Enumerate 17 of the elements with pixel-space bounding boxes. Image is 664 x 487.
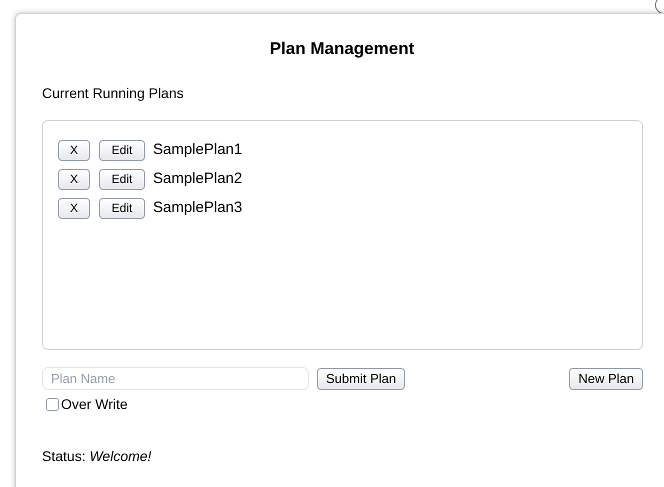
edit-button[interactable]: Edit: [99, 198, 145, 218]
status-text: Status: Welcome!: [42, 448, 152, 464]
submit-plan-button[interactable]: Submit Plan: [317, 368, 406, 390]
overwrite-checkbox[interactable]: [46, 398, 59, 411]
delete-button[interactable]: X: [58, 140, 90, 160]
plan-name: SamplePlan1: [153, 140, 242, 160]
dialog-title: Plan Management: [270, 39, 414, 58]
edit-button[interactable]: Edit: [99, 140, 145, 160]
overwrite-label: Over Write: [61, 395, 128, 414]
plan-name-field[interactable]: Plan Name: [42, 367, 309, 390]
delete-button[interactable]: X: [58, 168, 90, 190]
plan-name: SamplePlan2: [153, 168, 242, 189]
plan-name: SamplePlan3: [153, 198, 242, 218]
delete-button[interactable]: X: [58, 198, 90, 218]
section-label: Current Running Plans: [42, 85, 184, 101]
edit-button[interactable]: Edit: [99, 168, 145, 190]
new-plan-button[interactable]: New Plan: [569, 368, 643, 390]
